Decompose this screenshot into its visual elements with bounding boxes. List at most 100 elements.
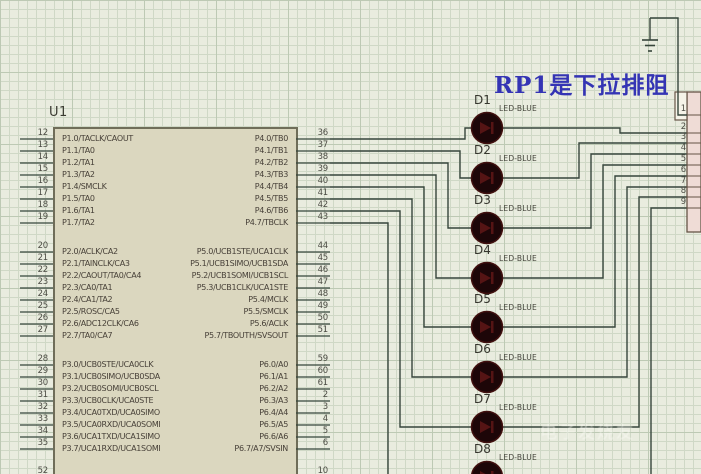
led-d8[interactable] <box>472 462 503 474</box>
pin-number-right-10: 10 <box>292 466 328 474</box>
pin-label-right: P4.1/TB1 <box>113 145 288 157</box>
pin-number-left-30: 30 <box>8 378 48 388</box>
led-type-D3: LED-BLUE <box>499 204 537 213</box>
led-type-D6: LED-BLUE <box>499 353 537 362</box>
pin-label-right: P5.3/UCB1CLK/UCA1STE <box>113 282 288 294</box>
led-d1[interactable] <box>472 113 503 144</box>
pin-number-right-37: 37 <box>292 140 328 150</box>
pin-label-right: P6.1/A1 <box>113 371 288 383</box>
pin-label-right: P5.7/TBOUTH/SVSOUT <box>113 330 288 342</box>
pin-label-left: P1.5/TA0 <box>62 193 95 205</box>
pin-label-right: P5.5/SMCLK <box>113 306 288 318</box>
led-d2[interactable] <box>472 163 503 194</box>
led-type-D4: LED-BLUE <box>499 254 537 263</box>
pin-label-left: P2.7/TA0/CA7 <box>62 330 112 342</box>
pin-number-left-25: 25 <box>8 301 48 311</box>
pin-label-right: P6.2/A2 <box>113 383 288 395</box>
pin-label-right: P6.6/A6 <box>113 431 288 443</box>
pin-number-right-38: 38 <box>292 152 328 162</box>
led-type-D7: LED-BLUE <box>499 403 537 412</box>
led-d6[interactable] <box>472 362 503 393</box>
pin-label-right: P5.2/UCB1SOMI/UCB1SCL <box>113 270 288 282</box>
wire-D2-anode[interactable] <box>330 151 472 178</box>
wire-D6-cathode[interactable] <box>502 187 687 377</box>
pin-label-right: P4.0/TB0 <box>113 133 288 145</box>
pin-number-right-49: 49 <box>292 301 328 311</box>
pin-label-right: P6.0/A0 <box>113 359 288 371</box>
pin-label-right: P6.7/A7/SVSIN <box>113 443 288 455</box>
rp1-pin-number-3: 3 <box>656 132 686 142</box>
led-d4[interactable] <box>472 263 503 294</box>
pin-label-left: P1.1/TA0 <box>62 145 95 157</box>
led-ref-D6: D6 <box>474 342 491 356</box>
pin-label-left: P1.7/TA2 <box>62 217 95 229</box>
led-type-D5: LED-BLUE <box>499 303 537 312</box>
led-d7[interactable] <box>472 412 503 443</box>
pin-label-right: P4.2/TB2 <box>113 157 288 169</box>
pin-number-right-3: 3 <box>292 402 328 412</box>
pin-number-right-4: 4 <box>292 414 328 424</box>
led-type-D1: LED-BLUE <box>499 104 537 113</box>
pin-number-left-24: 24 <box>8 289 48 299</box>
mcu-reference-label: U1 <box>49 105 68 120</box>
rp1-body-rect[interactable] <box>687 92 701 232</box>
pin-label-right: P5.1/UCB1SIMO/UCB1SDA <box>113 258 288 270</box>
pin-label-left: P1.4/SMCLK <box>62 181 107 193</box>
pin-number-left-33: 33 <box>8 414 48 424</box>
pin-label-left: P2.4/CA1/TA2 <box>62 294 112 306</box>
pin-number-right-61: 61 <box>292 378 328 388</box>
rp1-pin-number-9: 9 <box>656 197 686 207</box>
pin-number-left-29: 29 <box>8 366 48 376</box>
pin-number-left-13: 13 <box>8 140 48 150</box>
wire-D3-anode[interactable] <box>330 163 472 228</box>
pin-number-left-16: 16 <box>8 176 48 186</box>
wire-D8-anode[interactable] <box>330 223 472 474</box>
pin-number-right-44: 44 <box>292 241 328 251</box>
watermark-text: 电子发烧友 <box>540 418 635 443</box>
pin-number-left-23: 23 <box>8 277 48 287</box>
pin-label-right: P5.6/ACLK <box>113 318 288 330</box>
pin-number-right-36: 36 <box>292 128 328 138</box>
led-body-circle[interactable] <box>472 462 503 474</box>
pin-number-left-28: 28 <box>8 354 48 364</box>
pin-number-left-22: 22 <box>8 265 48 275</box>
pin-number-left-14: 14 <box>8 152 48 162</box>
pin-number-left-12: 12 <box>8 128 48 138</box>
pin-label-left: P2.0/ACLK/CA2 <box>62 246 118 258</box>
wire-D7-cathode[interactable] <box>502 197 687 427</box>
pin-number-right-50: 50 <box>292 313 328 323</box>
pin-number-right-59: 59 <box>292 354 328 364</box>
pin-number-left-34: 34 <box>8 426 48 436</box>
wire-D5-anode[interactable] <box>330 187 472 327</box>
pin-number-left-32: 32 <box>8 402 48 412</box>
pin-number-right-43: 43 <box>292 212 328 222</box>
led-d3[interactable] <box>472 213 503 244</box>
rp1-pin-number-5: 5 <box>656 154 686 164</box>
pin-label-right: P5.4/MCLK <box>113 294 288 306</box>
led-ref-D7: D7 <box>474 392 491 406</box>
pin-label-right: P4.5/TB5 <box>113 193 288 205</box>
pin-number-left-21: 21 <box>8 253 48 263</box>
rp1-pin-number-8: 8 <box>656 186 686 196</box>
pin-label-right: P6.4/A4 <box>113 407 288 419</box>
pin-label-left: P1.2/TA1 <box>62 157 95 169</box>
wire-D4-anode[interactable] <box>330 175 472 278</box>
led-type-D2: LED-BLUE <box>499 154 537 163</box>
schematic-canvas[interactable]: U1 RP1是下拉排阻 电子发烧友 12P1.0/TACLK/CAOUTP4.0… <box>0 0 701 474</box>
led-ref-D8: D8 <box>474 442 491 456</box>
wire-D7-anode[interactable] <box>330 211 472 427</box>
led-ref-D3: D3 <box>474 193 491 207</box>
pin-label-left: P1.6/TA1 <box>62 205 95 217</box>
pin-label-right: P6.5/A5 <box>113 419 288 431</box>
pin-label-right: P4.7/TBCLK <box>113 217 288 229</box>
pin-label-left: P1.3/TA2 <box>62 169 95 181</box>
pin-number-left-19: 19 <box>8 212 48 222</box>
pin-number-right-60: 60 <box>292 366 328 376</box>
pin-label-right: P6.3/A3 <box>113 395 288 407</box>
wire-D1-anode[interactable] <box>330 128 472 139</box>
pin-label-right: P5.0/UCB1STE/UCA1CLK <box>113 246 288 258</box>
rp1-pin-number-4: 4 <box>656 143 686 153</box>
pin-number-left-20: 20 <box>8 241 48 251</box>
led-d5[interactable] <box>472 312 503 343</box>
wire-D6-anode[interactable] <box>330 199 472 377</box>
